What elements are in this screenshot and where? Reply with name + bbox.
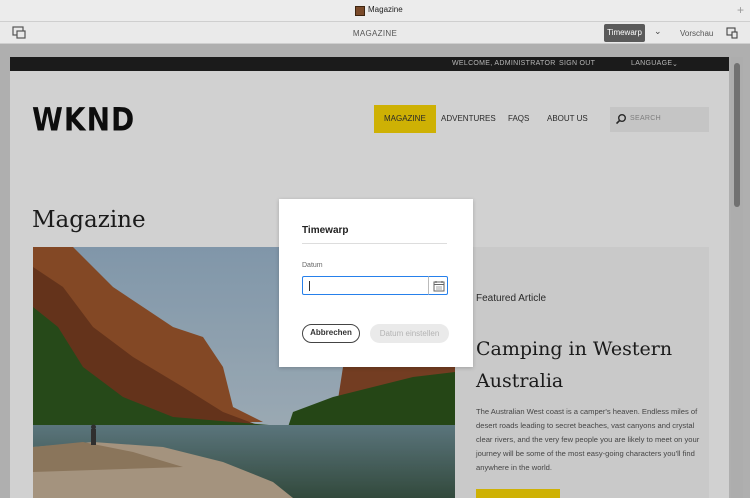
- timewarp-button[interactable]: Timewarp: [604, 24, 645, 42]
- timewarp-dialog: Timewarp Datum Abbrechen Datum einstelle…: [279, 199, 473, 367]
- preview-button[interactable]: Vorschau: [680, 29, 713, 38]
- dialog-divider: [302, 243, 447, 244]
- chevron-down-icon[interactable]: ⌄: [654, 26, 662, 37]
- emulator-icon[interactable]: [726, 27, 738, 39]
- calendar-icon: [433, 281, 445, 292]
- text-caret: [309, 281, 310, 291]
- new-tab-icon[interactable]: +: [737, 3, 744, 17]
- window-titlebar: Magazine +: [0, 0, 750, 22]
- date-field-label: Datum: [302, 262, 323, 269]
- cancel-button[interactable]: Abbrechen: [302, 324, 360, 343]
- date-input[interactable]: [302, 276, 429, 295]
- window-title: Magazine: [368, 5, 403, 14]
- calendar-button[interactable]: [428, 276, 448, 295]
- set-date-button[interactable]: Datum einstellen: [370, 324, 449, 343]
- dialog-title: Timewarp: [302, 225, 349, 236]
- app-icon: [355, 6, 365, 16]
- editor-toolbar: MAGAZINE Timewarp ⌄ Vorschau: [0, 22, 750, 44]
